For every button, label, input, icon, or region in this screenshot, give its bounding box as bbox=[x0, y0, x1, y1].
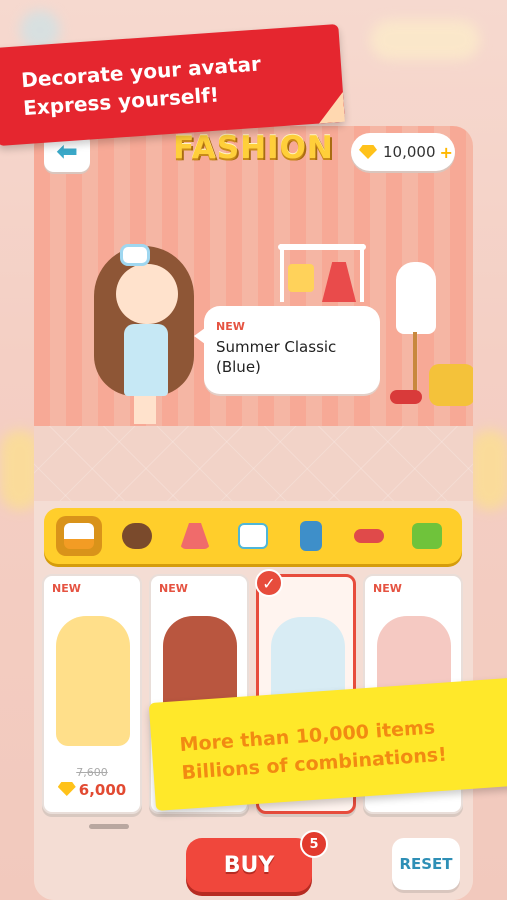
yellow-shirt-icon bbox=[288, 264, 314, 292]
top-icon bbox=[238, 523, 268, 549]
diamond-icon bbox=[359, 145, 377, 159]
avatar-face bbox=[116, 264, 178, 324]
category-hair[interactable] bbox=[114, 516, 160, 556]
category-shoes[interactable] bbox=[346, 516, 392, 556]
new-badge: NEW bbox=[216, 320, 245, 333]
item-preview-bubble: NEW Summer Classic (Blue) bbox=[194, 306, 380, 394]
reset-button[interactable]: RESET bbox=[392, 838, 460, 890]
sale-price: 6,000 bbox=[44, 781, 140, 799]
avatar-bow bbox=[120, 244, 150, 266]
category-dress[interactable] bbox=[172, 516, 218, 556]
shoes-icon bbox=[354, 529, 384, 543]
mannequin bbox=[396, 262, 436, 334]
original-price: 7,600 bbox=[76, 766, 108, 779]
gem-balance[interactable]: 10,000 + bbox=[351, 133, 455, 171]
scroll-indicator[interactable] bbox=[89, 824, 129, 829]
gem-count: 10,000 bbox=[383, 143, 436, 161]
add-gems-icon[interactable]: + bbox=[440, 143, 453, 162]
buy-count-badge: 5 bbox=[300, 830, 328, 858]
item-name: Summer Classic (Blue) bbox=[216, 338, 337, 376]
background-blur bbox=[370, 20, 480, 60]
item-figure bbox=[56, 616, 130, 746]
avatar[interactable] bbox=[94, 224, 204, 434]
clothes-rack bbox=[278, 244, 366, 304]
category-pants[interactable] bbox=[288, 516, 334, 556]
category-outfit[interactable] bbox=[56, 516, 102, 556]
item-card[interactable]: NEW 7,600 6,000 bbox=[42, 574, 142, 814]
bag-icon bbox=[412, 523, 442, 549]
new-badge: NEW bbox=[52, 582, 81, 595]
stool bbox=[429, 364, 473, 406]
category-bar bbox=[44, 508, 462, 564]
category-bag[interactable] bbox=[404, 516, 450, 556]
red-dress-icon bbox=[322, 262, 356, 302]
category-top[interactable] bbox=[230, 516, 276, 556]
red-shoes-icon bbox=[390, 390, 422, 404]
outfit-icon bbox=[64, 523, 94, 549]
checkmark-icon: ✓ bbox=[255, 569, 283, 597]
dress-icon bbox=[180, 523, 210, 549]
diamond-icon bbox=[57, 782, 76, 796]
avatar-legs bbox=[134, 396, 156, 424]
new-badge: NEW bbox=[159, 582, 188, 595]
avatar-dress bbox=[124, 324, 168, 396]
buy-button[interactable]: BUY bbox=[186, 838, 312, 892]
hair-icon bbox=[122, 523, 152, 549]
new-badge: NEW bbox=[373, 582, 402, 595]
pants-icon bbox=[300, 521, 322, 551]
mannequin-stand bbox=[413, 332, 417, 392]
background-blur bbox=[470, 430, 507, 510]
